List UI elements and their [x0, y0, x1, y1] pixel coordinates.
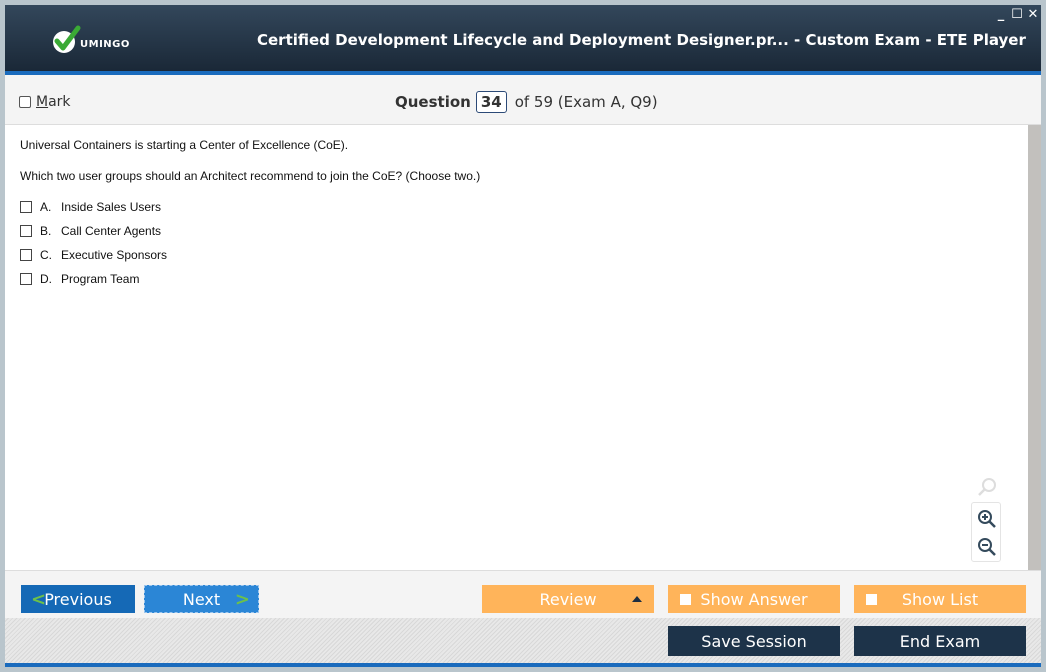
window-title: Certified Development Lifecycle and Depl…: [257, 31, 1026, 49]
vertical-scrollbar[interactable]: [1028, 125, 1041, 570]
question-text-line: Which two user groups should an Architec…: [20, 169, 481, 183]
save-session-button[interactable]: Save Session: [668, 626, 840, 656]
option-checkbox[interactable]: [20, 249, 32, 261]
window-controls: _ ☐ ✕: [995, 7, 1039, 22]
option-text: Call Center Agents: [61, 224, 162, 238]
next-button[interactable]: Next >: [144, 585, 259, 613]
option-checkbox[interactable]: [20, 201, 32, 213]
mark-checkbox[interactable]: Mark: [19, 94, 71, 110]
review-label: Review: [539, 589, 597, 609]
end-exam-button[interactable]: End Exam: [854, 626, 1026, 656]
show-answer-label: Show Answer: [700, 589, 808, 609]
option-letter: B.: [40, 224, 52, 238]
chevron-right-icon: >: [234, 588, 250, 610]
answer-option-d[interactable]: D. Program Team: [20, 272, 139, 286]
question-text-line: Universal Containers is starting a Cente…: [20, 138, 349, 152]
question-bar: Mark Question 34 of 59 (Exam A, Q9): [5, 79, 1041, 125]
mark-checkbox-box[interactable]: [19, 96, 31, 108]
question-indicator: Question 34 of 59 (Exam A, Q9): [395, 91, 658, 113]
review-button[interactable]: Review: [482, 585, 654, 613]
logo-text: UMINGO: [80, 39, 130, 50]
zoom-in-icon[interactable]: [977, 509, 997, 529]
option-text: Inside Sales Users: [61, 200, 162, 214]
show-list-checkbox[interactable]: [866, 593, 877, 605]
show-list-toggle[interactable]: Show List: [854, 585, 1026, 613]
bottom-accent-line: [5, 663, 1041, 667]
answer-option-b[interactable]: B. Call Center Agents: [20, 224, 161, 238]
show-answer-toggle[interactable]: Show Answer: [668, 585, 840, 613]
previous-label: Previous: [44, 589, 112, 609]
zoom-out-icon[interactable]: [977, 537, 997, 557]
session-bar: Save Session End Exam: [5, 618, 1041, 663]
mark-label: Mark: [36, 94, 71, 110]
minimize-button[interactable]: _: [995, 7, 1007, 22]
vumingo-logo: UMINGO: [51, 25, 151, 57]
answer-option-a[interactable]: A. Inside Sales Users: [20, 200, 161, 214]
next-label: Next: [182, 589, 221, 609]
app-window: UMINGO Certified Development Lifecycle a…: [5, 5, 1041, 667]
option-text: Executive Sponsors: [61, 248, 168, 262]
navigation-bar: < Previous Next > Review Show Answer Sho…: [5, 570, 1041, 618]
logo-check-icon: [53, 25, 81, 53]
answer-option-c[interactable]: C. Executive Sponsors: [20, 248, 167, 262]
option-checkbox[interactable]: [20, 225, 32, 237]
question-content: Universal Containers is starting a Cente…: [5, 125, 1028, 570]
close-button[interactable]: ✕: [1027, 7, 1039, 22]
caret-up-icon: [632, 596, 642, 602]
option-checkbox[interactable]: [20, 273, 32, 285]
option-letter: D.: [40, 272, 52, 286]
show-answer-checkbox[interactable]: [680, 593, 691, 605]
zoom-button-group: [971, 502, 1001, 562]
option-text: Program Team: [61, 272, 140, 286]
maximize-button[interactable]: ☐: [1011, 7, 1023, 22]
search-icon: [978, 478, 996, 496]
show-list-label: Show List: [901, 589, 979, 609]
previous-button[interactable]: < Previous: [21, 585, 135, 613]
question-total: of 59 (Exam A, Q9): [514, 93, 658, 111]
chevron-left-icon: <: [31, 588, 47, 610]
option-letter: A.: [40, 200, 52, 214]
title-bar: UMINGO Certified Development Lifecycle a…: [5, 5, 1041, 75]
question-number-input[interactable]: 34: [475, 91, 507, 113]
question-label: Question: [395, 93, 471, 111]
option-letter: C.: [40, 248, 52, 262]
